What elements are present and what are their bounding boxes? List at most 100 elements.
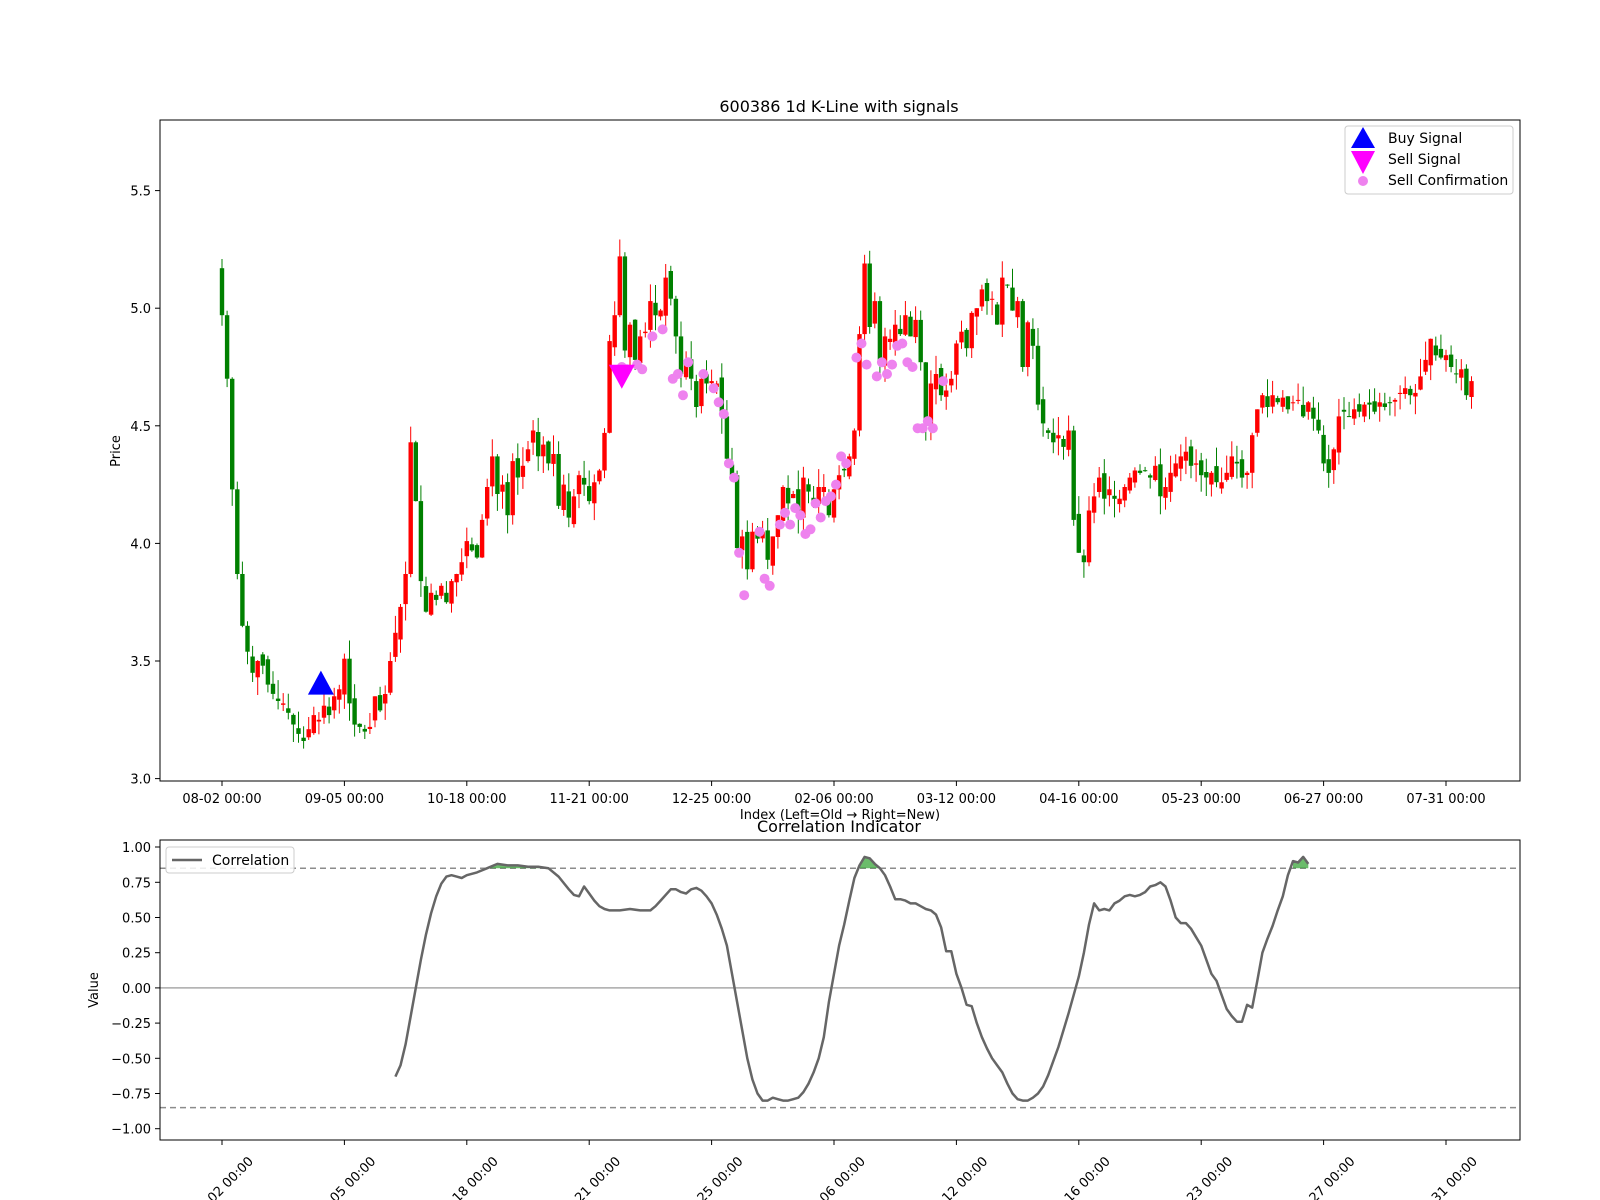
candle-body <box>311 715 316 734</box>
candle-body <box>275 698 281 701</box>
correlation-legend: Correlation <box>165 846 295 874</box>
candle <box>224 310 230 388</box>
candle-body <box>1331 449 1336 471</box>
candle-body <box>393 632 398 657</box>
candle-body <box>806 484 811 492</box>
sell-confirmation-point <box>805 524 816 535</box>
kline-x-tick-label: 07-31 00:00 <box>1406 792 1485 807</box>
candle-body <box>1025 322 1030 367</box>
correlation-y-tick-label: −1.00 <box>111 1123 151 1138</box>
candle-body <box>296 728 301 734</box>
candle-body <box>1035 345 1041 405</box>
candle-body <box>1428 338 1433 366</box>
sell-confirmation-point <box>734 547 745 558</box>
candle-body <box>505 482 510 516</box>
candle-body <box>490 456 495 487</box>
correlation-y-tick-label: 0.00 <box>122 982 151 997</box>
legend-confirm-marker <box>1358 176 1368 186</box>
candle-body <box>408 442 413 574</box>
candle-body <box>1295 399 1301 401</box>
candle-body <box>281 703 286 705</box>
candle-body <box>479 519 485 558</box>
candle-body <box>1275 398 1280 403</box>
candle-body <box>230 378 235 490</box>
candle-body <box>464 541 469 557</box>
candle-body <box>1301 404 1306 417</box>
kline-y-tick-label: 3.0 <box>130 773 151 788</box>
candle-body <box>1030 328 1036 346</box>
correlation-y-tick-label: 1.00 <box>122 841 151 856</box>
candle-body <box>306 729 311 738</box>
sell-confirmation-point <box>678 390 688 401</box>
kline-x-tick-label: 03-12 00:00 <box>917 792 996 807</box>
candle-body <box>530 430 536 443</box>
candle-body <box>1280 397 1285 407</box>
correlation-y-tick-label: −0.50 <box>111 1052 151 1067</box>
candle-body <box>1071 430 1076 520</box>
candle-body <box>1448 354 1454 367</box>
candle-body <box>872 301 877 324</box>
candle-body <box>1392 399 1398 402</box>
candle-body <box>1377 402 1382 407</box>
kline-y-tick-label: 4.5 <box>130 420 151 435</box>
candle-body <box>1107 489 1112 496</box>
candle-body <box>663 277 668 316</box>
candle-body <box>388 661 393 693</box>
candle-body <box>1020 301 1025 367</box>
candle-body <box>1005 284 1010 286</box>
candle-body <box>1209 472 1214 485</box>
candle-body <box>1158 464 1163 497</box>
sell-confirmation-point <box>810 498 821 509</box>
candle-body <box>474 545 480 558</box>
candle-body <box>1015 301 1020 318</box>
kline-title: 600386 1d K-Line with signals <box>719 97 958 116</box>
candle-body <box>510 461 515 516</box>
candle <box>862 254 867 344</box>
candle-body <box>485 487 490 519</box>
sell-confirmation-point <box>897 338 908 349</box>
candle-body <box>1260 395 1265 408</box>
candle-body <box>1199 460 1204 476</box>
candle-body <box>1459 369 1464 378</box>
sell-confirmation-point <box>876 357 887 368</box>
candle <box>995 302 1000 325</box>
candle-body <box>592 482 597 504</box>
candle-body <box>1153 465 1158 480</box>
candle-body <box>1204 472 1209 478</box>
sell-confirmation-point <box>708 383 719 394</box>
sell-confirmation-point <box>739 590 750 601</box>
candle-body <box>291 714 296 725</box>
candle-body <box>602 432 607 471</box>
sell-confirmation-point <box>713 397 724 408</box>
candle-body <box>1102 473 1107 499</box>
candle-body <box>449 581 454 604</box>
candle-body <box>852 430 857 459</box>
sell-confirmation-point <box>815 512 826 523</box>
candle-body <box>877 301 883 365</box>
candle-body <box>1250 435 1255 473</box>
candle-body <box>270 683 276 694</box>
candle-body <box>439 585 444 596</box>
candle-body <box>515 458 520 478</box>
sell-confirmation-point <box>764 580 775 591</box>
kline-y-tick-label: 3.5 <box>130 655 151 670</box>
candle-body <box>459 562 464 575</box>
candle-body <box>964 329 969 349</box>
sell-confirmation-point <box>907 362 918 372</box>
candle-body <box>1173 463 1178 477</box>
kline-y-axis-label: Price <box>109 435 124 467</box>
candle-body <box>245 625 250 652</box>
candle-body <box>566 491 571 518</box>
correlation-title: Correlation Indicator <box>757 817 921 836</box>
candle-body <box>1316 419 1321 431</box>
candle-body <box>520 465 526 477</box>
candle-body <box>301 737 306 741</box>
candle-body <box>673 298 679 337</box>
candle-body <box>342 658 347 695</box>
candle-body <box>581 477 587 485</box>
candle <box>510 453 515 525</box>
candle <box>230 377 235 506</box>
candle-body <box>617 256 622 316</box>
candle-body <box>632 319 638 360</box>
sell-confirmation-point <box>647 331 658 342</box>
